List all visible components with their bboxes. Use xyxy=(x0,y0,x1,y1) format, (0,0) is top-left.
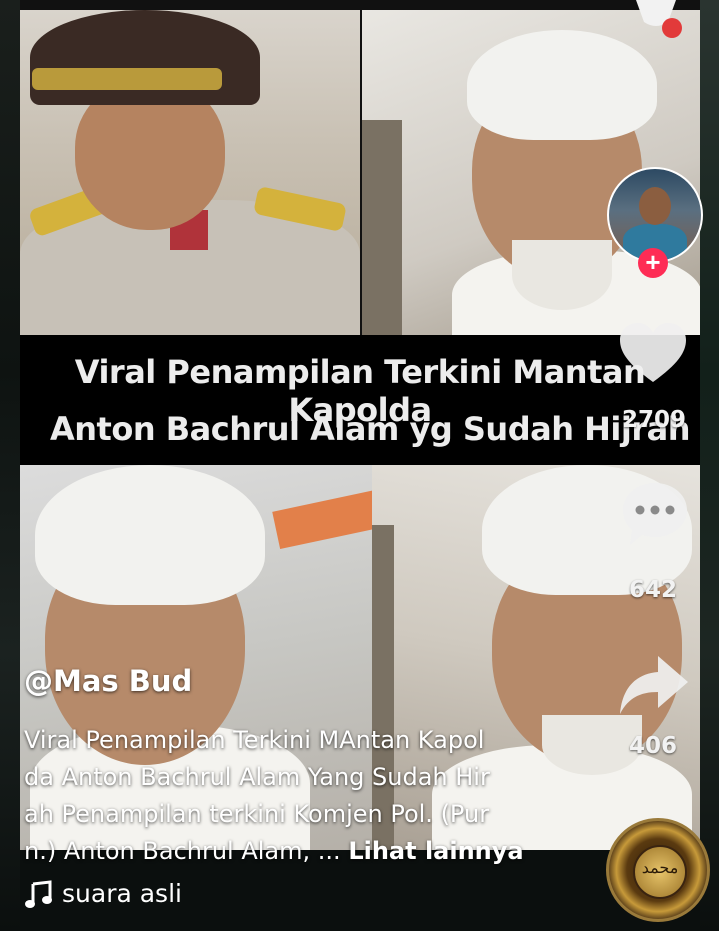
music-note-icon xyxy=(25,880,52,908)
overlay-title-band: Viral Penampilan Terkini Mantan Kapolda … xyxy=(20,335,700,465)
comment-icon[interactable] xyxy=(620,479,690,549)
author-handle[interactable]: @Mas Bud xyxy=(24,664,192,698)
comment-count: 642 xyxy=(628,577,677,603)
disc-emblem-text: محمد xyxy=(641,858,679,877)
background-right xyxy=(700,0,719,931)
heart-icon[interactable] xyxy=(618,320,688,390)
disc-emblem: محمد xyxy=(633,845,687,899)
description-line: Viral Penampilan Terkini MAntan Kapol xyxy=(24,726,485,754)
description-line-text: n.) Anton Bachrul Alam, ... xyxy=(24,837,341,865)
description-line: ah Penampilan terkini Komjen Pol. (Pur xyxy=(24,800,490,828)
sound-disc[interactable]: محمد xyxy=(606,818,710,922)
share-icon[interactable] xyxy=(618,652,690,718)
bottle-cap-decoration xyxy=(636,0,682,38)
overlay-title-line-2: Anton Bachrul Alam yg Sudah Hijrah xyxy=(50,410,691,448)
plus-icon: + xyxy=(645,247,661,277)
sound-label: suara asli xyxy=(62,879,182,908)
post-description[interactable]: Viral Penampilan Terkini MAntan Kapol da… xyxy=(24,722,594,870)
description-line: da Anton Bachrul Alam Yang Sudah Hir xyxy=(24,763,490,791)
like-count: 2709 xyxy=(621,407,686,433)
photo-officer-uniform xyxy=(20,10,360,335)
background-left xyxy=(0,0,20,931)
sound-row[interactable]: suara asli xyxy=(24,879,182,910)
see-more-link[interactable]: Lihat lainnya xyxy=(348,837,523,865)
follow-button[interactable]: + xyxy=(638,248,668,278)
description-line-last: n.) Anton Bachrul Alam, ... Lihat lainny… xyxy=(24,833,594,870)
share-count: 406 xyxy=(628,733,677,759)
